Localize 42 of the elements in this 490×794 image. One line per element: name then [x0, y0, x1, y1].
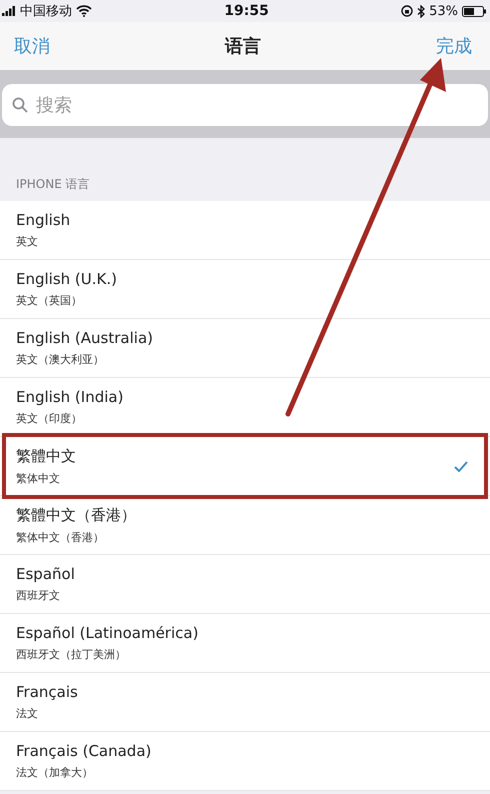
search-field[interactable]: 搜索: [2, 84, 488, 126]
status-time: 19:55: [224, 3, 269, 19]
language-row[interactable]: 繁體中文（香港） 繁体中文（香港）: [0, 496, 490, 555]
language-name: Français (Canada): [16, 742, 152, 760]
language-row[interactable]: Español 西班牙文: [0, 555, 490, 614]
language-native-name: 西班牙文: [16, 588, 61, 603]
language-row[interactable]: English (Australia) 英文（澳大利亚）: [0, 319, 490, 378]
language-name: Español (Latinoamérica): [16, 624, 198, 642]
rotation-lock-icon: [401, 5, 414, 17]
language-row[interactable]: Français 法文: [0, 673, 490, 732]
section-header: IPHONE 语言: [15, 176, 91, 193]
language-native-name: 繁体中文（香港）: [16, 530, 105, 544]
language-row[interactable]: English (U.K.) 英文（英国）: [0, 260, 490, 319]
language-row[interactable]: Français (Canada) 法文（加拿大）: [0, 732, 490, 791]
bluetooth-icon: [417, 4, 426, 18]
language-native-name: 西班牙文（拉丁美洲）: [16, 647, 127, 662]
search-icon: [12, 97, 28, 113]
language-name: Español: [16, 565, 75, 583]
language-row[interactable]: English (India) 英文（印度）: [0, 378, 490, 437]
language-row[interactable]: English 英文: [0, 201, 490, 260]
language-native-name: 英文（澳大利亚）: [16, 352, 105, 367]
language-name: English (U.K.): [16, 270, 117, 288]
battery-percent: 53%: [429, 4, 458, 18]
language-native-name: 英文（印度）: [16, 411, 83, 426]
language-name: English (India): [16, 388, 124, 406]
language-name: Français: [16, 683, 78, 701]
language-native-name: 繁体中文: [16, 470, 61, 486]
language-row[interactable]: 繁體中文 繁体中文: [0, 437, 490, 496]
language-native-name: 英文（英国）: [16, 293, 83, 308]
language-name: 繁體中文（香港）: [16, 506, 136, 524]
battery-icon: [462, 6, 486, 16]
signal-icon: [2, 6, 16, 16]
language-native-name: 法文（加拿大）: [16, 765, 94, 780]
language-row[interactable]: Español (Latinoamérica) 西班牙文（拉丁美洲）: [0, 614, 490, 673]
language-native-name: 法文: [16, 706, 39, 721]
language-native-name: 英文: [16, 234, 39, 249]
language-name: English (Australia): [16, 329, 153, 347]
wifi-icon: [76, 5, 92, 17]
language-name: 繁體中文: [16, 446, 76, 466]
language-name: English: [16, 211, 70, 229]
screen-title: 语言: [225, 35, 261, 58]
carrier-name: 中国移动: [20, 3, 72, 20]
